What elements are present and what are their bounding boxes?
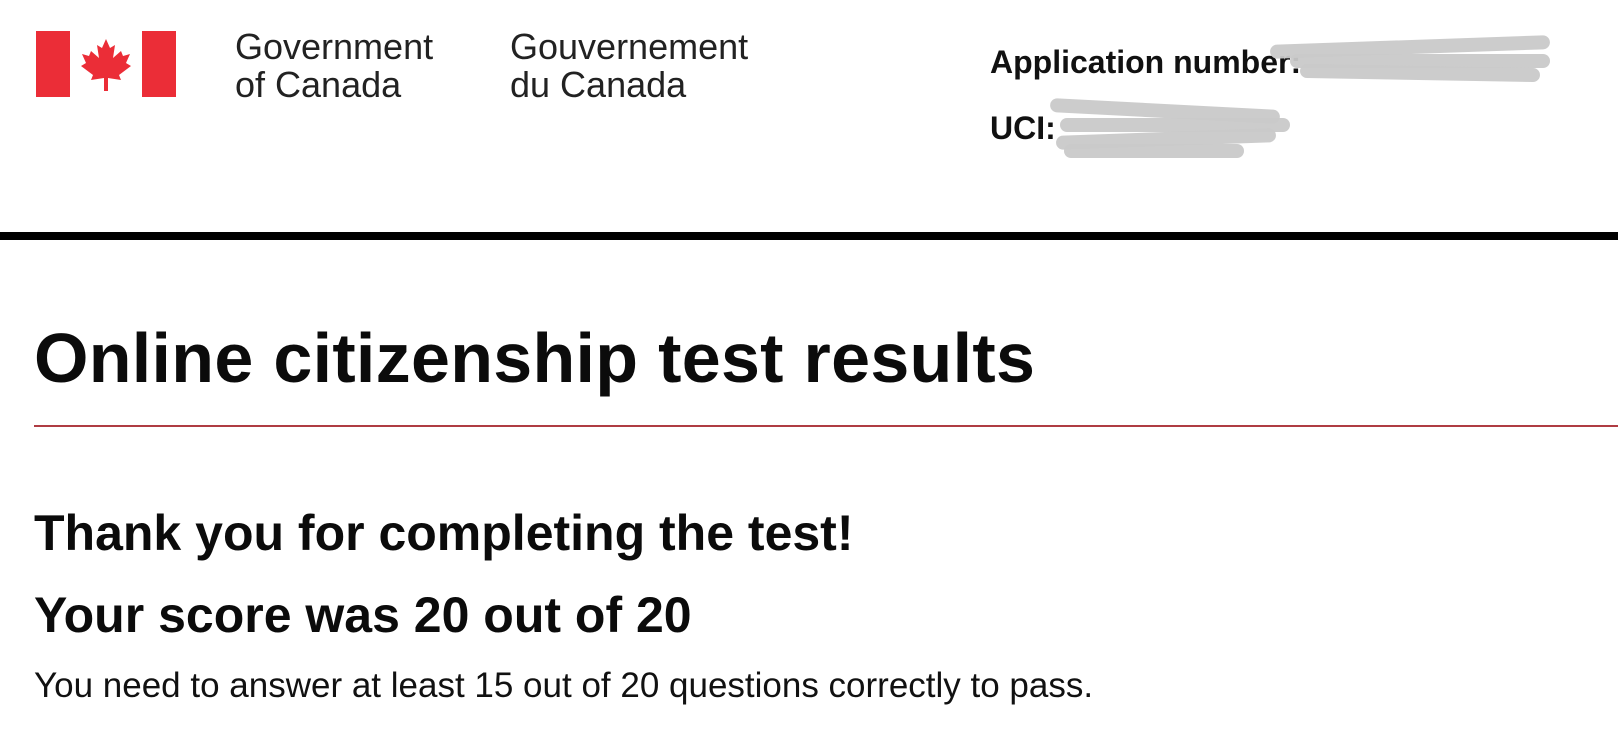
canada-flag-icon [36, 31, 176, 97]
score-heading: Your score was 20 out of 20 [34, 587, 692, 643]
wordmark-en-line1: Government [235, 26, 434, 67]
application-number-label: Application number: [990, 44, 1302, 80]
government-of-canada-wordmark-en[interactable]: Government of Canada [235, 28, 433, 104]
wordmark-en-line2: of Canada [235, 64, 402, 105]
application-number-redaction [1299, 63, 1541, 83]
completion-message: Thank you for completing the test! [34, 505, 854, 561]
wordmark-fr-line2: du Canada [510, 64, 687, 105]
government-of-canada-wordmark-fr[interactable]: Gouvernement du Canada [510, 28, 748, 104]
uci-redaction [1064, 144, 1244, 158]
header-divider [0, 232, 1618, 240]
title-underline [34, 425, 1618, 427]
uci-label: UCI: [990, 110, 1056, 146]
wordmark-fr-line1: Gouvernement [510, 26, 749, 67]
site-header: Government of Canada Gouvernement du Can… [0, 0, 1618, 240]
pass-requirement-text: You need to answer at least 15 out of 20… [34, 666, 1094, 705]
page-title: Online citizenship test results [34, 319, 1036, 397]
